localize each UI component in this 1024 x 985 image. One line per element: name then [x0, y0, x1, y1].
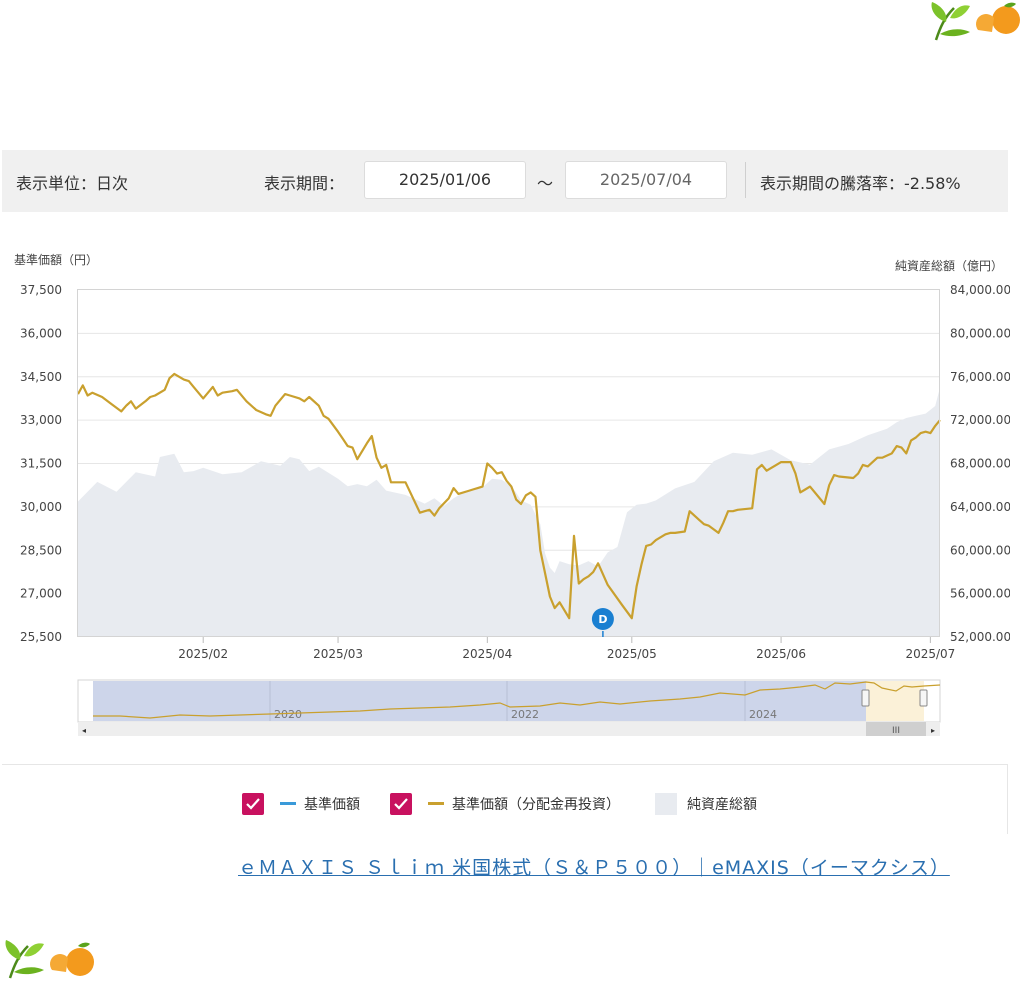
legend-area-swatch — [655, 793, 677, 815]
left-axis-title: 基準価額（円） — [14, 252, 98, 267]
left-tick-label: 31,500 — [20, 457, 62, 471]
legend-divider — [1007, 764, 1008, 834]
display-unit-label: 表示単位：日次 — [16, 174, 129, 193]
navigator-left-handle[interactable] — [861, 689, 870, 707]
left-tick-label: 25,500 — [20, 630, 62, 644]
x-tick-label: 2025/03 — [313, 647, 363, 661]
right-tick-label: 52,000.00 — [950, 630, 1010, 644]
legend-line-swatch — [428, 802, 444, 805]
navigator-scrollbar-track[interactable] — [78, 722, 940, 736]
scroll-left-icon[interactable]: ◂ — [82, 726, 86, 735]
left-tick-label: 36,000 — [20, 326, 62, 340]
tea-leaf-orange-icon — [5, 940, 94, 979]
end-date-input[interactable]: 2025/07/04 — [565, 161, 727, 199]
legend-label: 基準価額 — [304, 797, 360, 813]
checkbox-checked-icon[interactable] — [390, 793, 412, 815]
right-tick-label: 56,000.00 — [950, 587, 1010, 601]
display-period-label: 表示期間： — [264, 174, 345, 193]
legend-line-swatch — [280, 802, 296, 805]
navigator-year-label: 2020 — [274, 708, 302, 721]
navigator-right-handle[interactable] — [919, 689, 928, 707]
right-axis-title: 純資産総額（億円） — [895, 258, 1003, 273]
navigator-year-label: 2022 — [511, 708, 539, 721]
left-axis: 37,500 36,000 34,500 33,000 31,500 30,000 28,5… — [20, 283, 62, 644]
right-axis: 84,000.00 80,000.00 76,000.00 72,000.00 68,0… — [950, 283, 1010, 644]
navigator-year-label: 2024 — [749, 708, 777, 721]
x-tick-label: 2025/05 — [607, 647, 657, 661]
right-tick-label: 80,000.00 — [950, 326, 1010, 340]
x-tick-label: 2025/04 — [462, 647, 512, 661]
x-axis: 2025/02 2025/03 2025/04 2025/05 2025/06 2025/… — [178, 637, 955, 661]
period-separator: ～ — [537, 174, 554, 193]
scrollbar-grip-icon: III — [892, 726, 900, 736]
x-tick-label: 2025/07 — [905, 647, 955, 661]
left-tick-label: 28,500 — [20, 543, 62, 557]
right-tick-label: 72,000.00 — [950, 413, 1010, 427]
left-tick-label: 37,500 — [20, 283, 62, 297]
legend-divider — [2, 764, 1008, 765]
range-navigator[interactable]: 2020 2022 2024 III ◂ ▸ — [77, 679, 941, 736]
price-chart: 基準価額（円） 純資産総額（億円） 37,500 36,000 34,500 33,0… — [14, 252, 1010, 736]
left-tick-label: 30,000 — [20, 500, 62, 514]
right-tick-label: 84,000.00 — [950, 283, 1010, 297]
scroll-right-icon[interactable]: ▸ — [931, 726, 935, 735]
right-tick-label: 64,000.00 — [950, 500, 1010, 514]
left-tick-label: 34,500 — [20, 370, 62, 384]
legend-label: 基準価額（分配金再投資） — [452, 797, 620, 813]
marker-label: D — [598, 613, 607, 626]
start-date-input[interactable]: 2025/01/06 — [364, 161, 526, 199]
x-tick-label: 2025/06 — [756, 647, 806, 661]
period-change-rate: 表示期間の騰落率：-2.58% — [760, 174, 961, 193]
chart-toolbar: 表示単位：日次 表示期間： 2025/01/06 ～ 2025/07/04 表示… — [2, 150, 1008, 212]
fund-page-link[interactable]: ｅＭＡＸＩＳ Ｓｌｉｍ 米国株式（Ｓ＆Ｐ５００）｜eMAXIS（イーマクシス） — [238, 853, 950, 880]
right-tick-label: 60,000.00 — [950, 543, 1010, 557]
tea-leaf-orange-icon — [931, 2, 1020, 41]
left-tick-label: 33,000 — [20, 413, 62, 427]
left-tick-label: 27,000 — [20, 587, 62, 601]
x-tick-label: 2025/02 — [178, 647, 228, 661]
right-tick-label: 68,000.00 — [950, 457, 1010, 471]
legend-label: 純資産総額 — [687, 797, 757, 813]
right-tick-label: 76,000.00 — [950, 370, 1010, 384]
net-assets-area — [78, 387, 940, 637]
checkbox-checked-icon[interactable] — [242, 793, 264, 815]
toolbar-divider — [745, 162, 746, 198]
